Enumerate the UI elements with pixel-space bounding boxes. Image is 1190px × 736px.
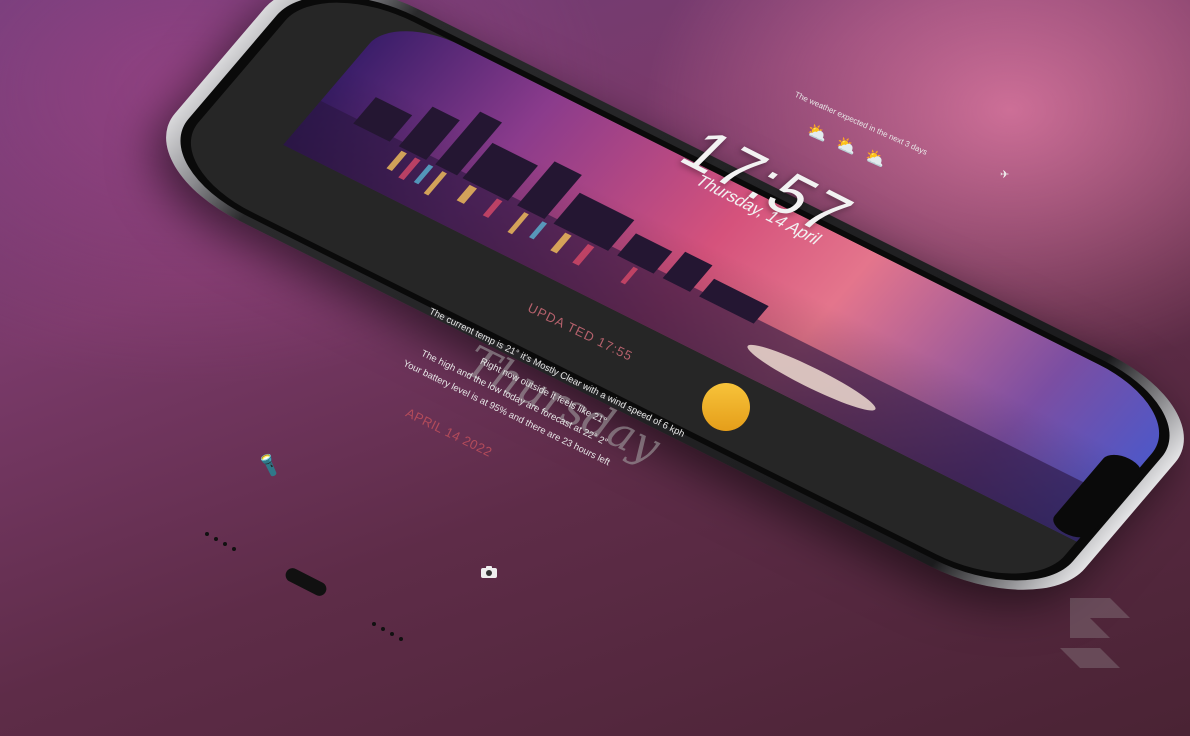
speaker-grille (399, 637, 403, 641)
partly-cloudy-icon: ⛅ (862, 145, 890, 172)
speaker-grille (205, 532, 209, 536)
lock-screen[interactable] (160, 0, 1190, 600)
phone-device (130, 0, 1190, 622)
weather-caption: The weather expected in the next 3 days (793, 90, 929, 157)
widget-date: APRIL 14 2022 (403, 405, 495, 460)
speaker-grille (390, 632, 394, 636)
speaker-grille (214, 537, 218, 541)
camera-icon[interactable] (480, 565, 498, 579)
charging-port (283, 565, 329, 599)
partly-cloudy-icon: ⛅ (833, 132, 861, 159)
speaker-grille (223, 542, 227, 546)
airplane-icon: ✈ (1000, 169, 1010, 181)
weather-forecast-icons: ⛅ ⛅ ⛅ (804, 120, 895, 175)
speaker-grille (232, 547, 236, 551)
scene: The weather expected in the next 3 days … (0, 0, 1190, 736)
partly-cloudy-icon: ⛅ (804, 120, 832, 146)
speaker-grille (372, 622, 376, 626)
flashlight-icon[interactable]: 🔦 (255, 452, 283, 479)
speaker-grille (381, 627, 385, 631)
